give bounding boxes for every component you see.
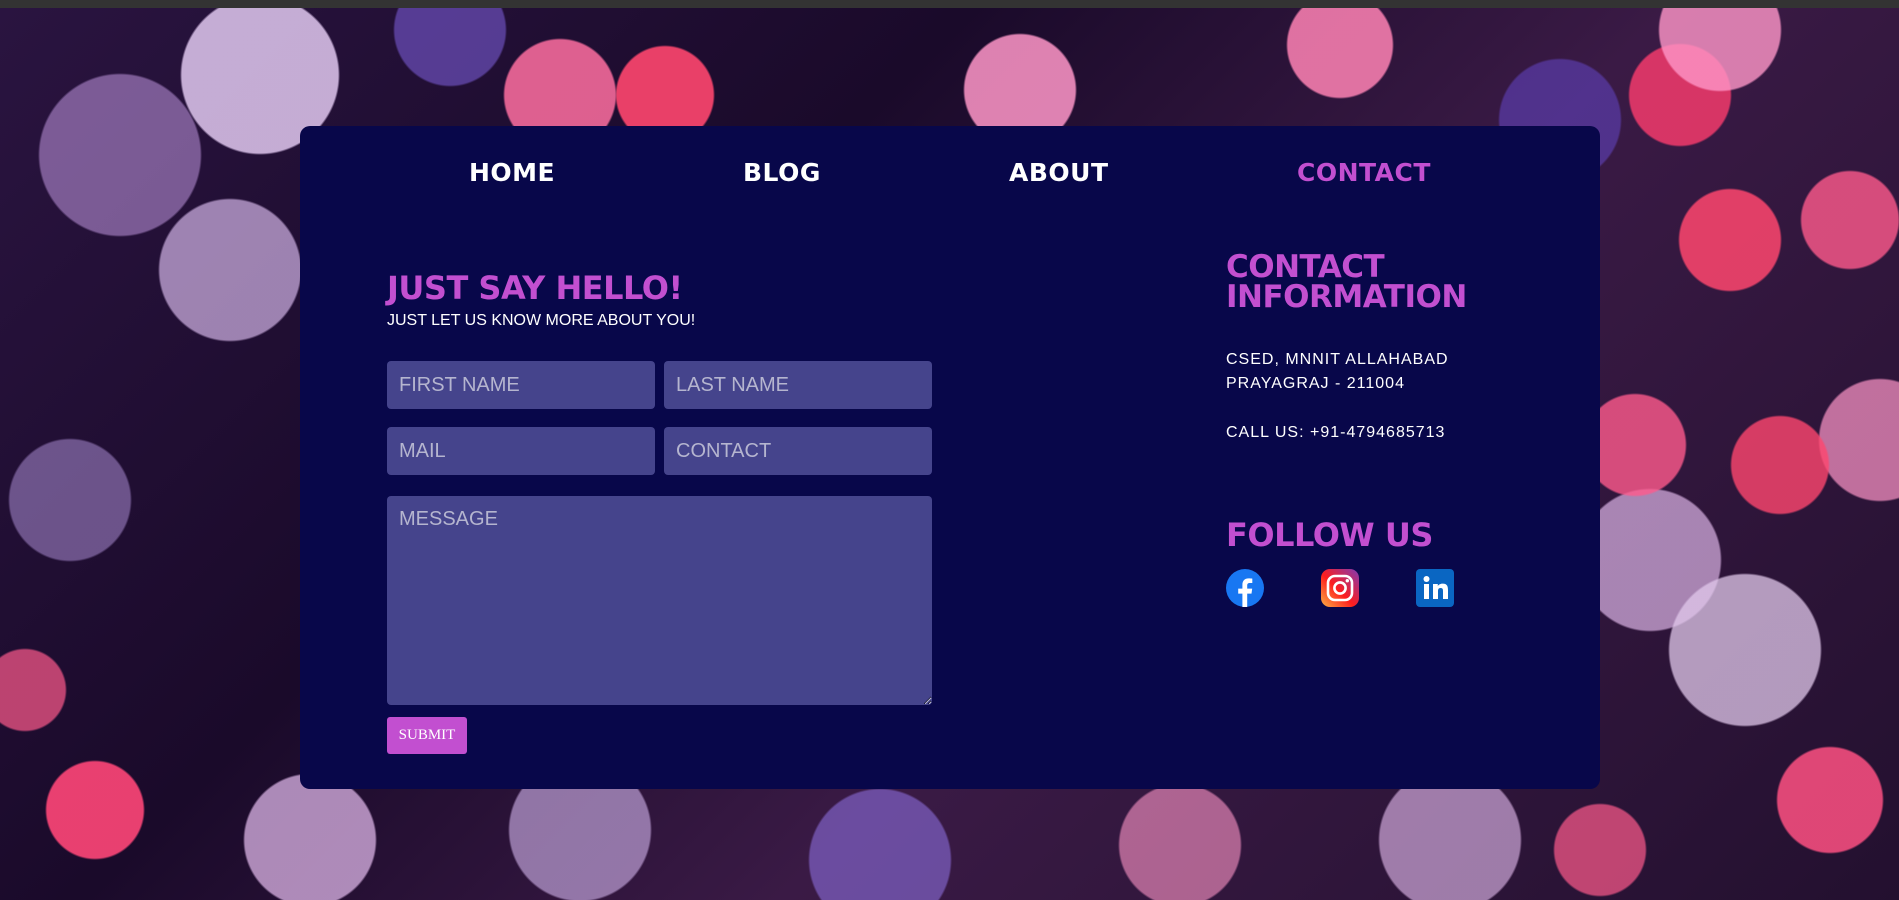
contact-card: HOME BLOG ABOUT CONTACT JUST SAY HELLO! … xyxy=(300,126,1600,789)
nav-home-link[interactable]: HOME xyxy=(469,158,555,187)
contact-input[interactable] xyxy=(664,427,932,475)
contact-info-title: CONTACT INFORMATION xyxy=(1226,249,1467,315)
submit-button[interactable]: SUBMIT xyxy=(387,717,467,754)
linkedin-icon[interactable] xyxy=(1416,569,1454,607)
form-title: JUST SAY HELLO! xyxy=(387,269,683,307)
nav-contact-link[interactable]: CONTACT xyxy=(1297,158,1431,187)
first-name-input[interactable] xyxy=(387,361,655,409)
nav-blog-link[interactable]: BLOG xyxy=(743,158,821,187)
contact-info-title-line1: CONTACT xyxy=(1226,249,1385,285)
nav-about-link[interactable]: ABOUT xyxy=(1009,158,1109,187)
mail-input[interactable] xyxy=(387,427,655,475)
last-name-input[interactable] xyxy=(664,361,932,409)
browser-top-bar xyxy=(0,0,1899,8)
facebook-icon[interactable] xyxy=(1226,569,1264,607)
address-line-1: CSED, MNNIT ALLAHABAD xyxy=(1226,351,1449,368)
contact-info-title-line2: INFORMATION xyxy=(1226,279,1467,315)
address-line-2: PRAYAGRAJ - 211004 xyxy=(1226,375,1405,392)
form-subtitle: JUST LET US KNOW MORE ABOUT YOU! xyxy=(387,312,696,329)
main-nav: HOME BLOG ABOUT CONTACT xyxy=(300,126,1600,206)
instagram-icon[interactable] xyxy=(1321,569,1359,607)
phone-text: CALL US: +91-4794685713 xyxy=(1226,424,1446,441)
follow-us-title: FOLLOW US xyxy=(1226,516,1433,554)
message-textarea[interactable] xyxy=(387,496,932,705)
address-block: CSED, MNNIT ALLAHABAD PRAYAGRAJ - 211004 xyxy=(1226,348,1449,396)
